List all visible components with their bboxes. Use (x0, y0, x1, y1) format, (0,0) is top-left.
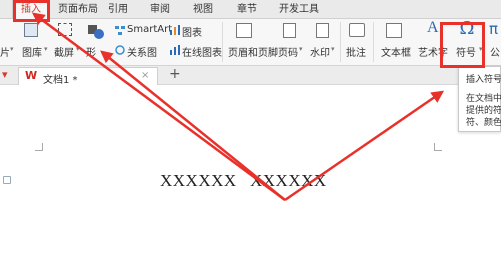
arrow-to-insert-tab (31, 12, 286, 202)
arrow-to-symbol (284, 90, 445, 202)
arrow-to-shape (100, 50, 286, 201)
annotation-arrows (31, 12, 445, 202)
